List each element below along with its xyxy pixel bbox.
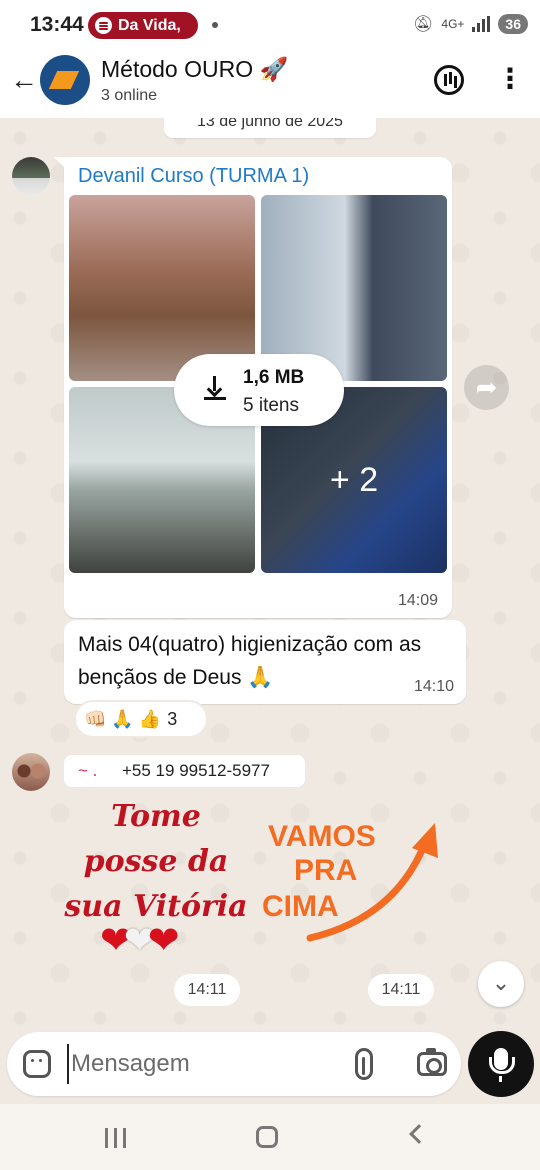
download-icon	[204, 376, 226, 400]
sender-phone: +55 19 99512-5977	[122, 761, 270, 780]
status-bar: 13:44 Da Vida, 🔕︎ 4G+ 36	[0, 0, 540, 52]
home-icon[interactable]	[256, 1126, 278, 1148]
group-online-count: 3 online	[101, 87, 158, 104]
download-item-count: 5 itens	[243, 395, 299, 416]
message-time: 14:09	[397, 592, 438, 609]
sticker-icon[interactable]	[23, 1050, 51, 1078]
reaction-emojis: 👊🏻 🙏 👍	[84, 708, 162, 729]
system-nav-bar	[0, 1104, 540, 1170]
download-button[interactable]: 1,6 MB 5 itens	[174, 354, 344, 426]
download-size: 1,6 MB	[243, 367, 305, 388]
text-message-bubble[interactable]: Mais 04(quatro) higienização com as benç…	[64, 620, 466, 704]
album-message-bubble[interactable]: Devanil Curso (TURMA 1) + 2 1,6 MB 5 ite…	[54, 157, 452, 618]
message-text: Mais 04(quatro) higienização com as benç…	[78, 633, 422, 689]
message-composer	[7, 1032, 461, 1096]
sticker-vamos-pra-cima[interactable]: VAMOS PRA CIMA	[258, 820, 438, 950]
status-time: 13:44	[30, 13, 84, 36]
reaction-count: 3	[167, 708, 178, 729]
arrow-left-icon[interactable]: ←	[10, 66, 38, 94]
spotify-now-playing-pill[interactable]: Da Vida,	[88, 12, 198, 39]
sender-name[interactable]: Devanil Curso (TURMA 1)	[78, 165, 309, 188]
microphone-icon	[489, 1048, 515, 1082]
spotify-label: Da Vida,	[118, 16, 181, 34]
chat-header: ← Método OURO 🚀 3 online ⋮	[0, 52, 540, 118]
voice-chat-icon[interactable]	[434, 65, 464, 95]
sender-avatar[interactable]	[12, 753, 50, 791]
sticker-time: 14:11	[368, 974, 434, 1006]
status-icons: 🔕︎ 4G+ 36	[413, 14, 528, 34]
mute-icon: 🔕︎	[413, 16, 434, 33]
network-label: 4G+	[441, 17, 465, 31]
recent-apps-icon[interactable]	[105, 1128, 127, 1148]
sticker-line-2: PRA	[294, 854, 358, 887]
forward-icon[interactable]: ➦	[464, 365, 509, 410]
chat-area[interactable]: 13 de junho de 2025 Devanil Curso (TURMA…	[0, 118, 540, 1032]
sender-avatar[interactable]	[12, 157, 50, 195]
spotify-icon	[95, 17, 112, 34]
sender-name: ~ .	[78, 761, 98, 780]
sticker-line-1: VAMOS	[268, 820, 376, 853]
date-chip: 13 de junho de 2025	[164, 118, 376, 138]
notification-dot	[212, 22, 218, 28]
camera-icon[interactable]	[417, 1048, 447, 1076]
battery-icon: 36	[498, 14, 528, 34]
microphone-button[interactable]	[468, 1031, 534, 1097]
sticker-sender-header[interactable]: ~ . +55 19 99512-5977	[64, 755, 305, 787]
more-vertical-icon[interactable]: ⋮	[496, 64, 524, 96]
paperclip-icon[interactable]	[355, 1048, 373, 1080]
hearts-sticker-art: ❤❤❤	[100, 920, 180, 962]
double-chevron-down-icon[interactable]: ⌄	[478, 961, 524, 1007]
signal-icon	[472, 16, 491, 32]
sticker-line-3: CIMA	[262, 890, 339, 923]
sticker-time: 14:11	[174, 974, 240, 1006]
back-icon[interactable]	[409, 1124, 429, 1144]
reactions-bar[interactable]: 👊🏻 🙏 👍 3	[74, 700, 208, 738]
group-avatar[interactable]	[40, 55, 90, 105]
message-time: 14:10	[413, 678, 454, 695]
message-input[interactable]	[67, 1044, 337, 1084]
group-title[interactable]: Método OURO 🚀	[101, 56, 288, 83]
